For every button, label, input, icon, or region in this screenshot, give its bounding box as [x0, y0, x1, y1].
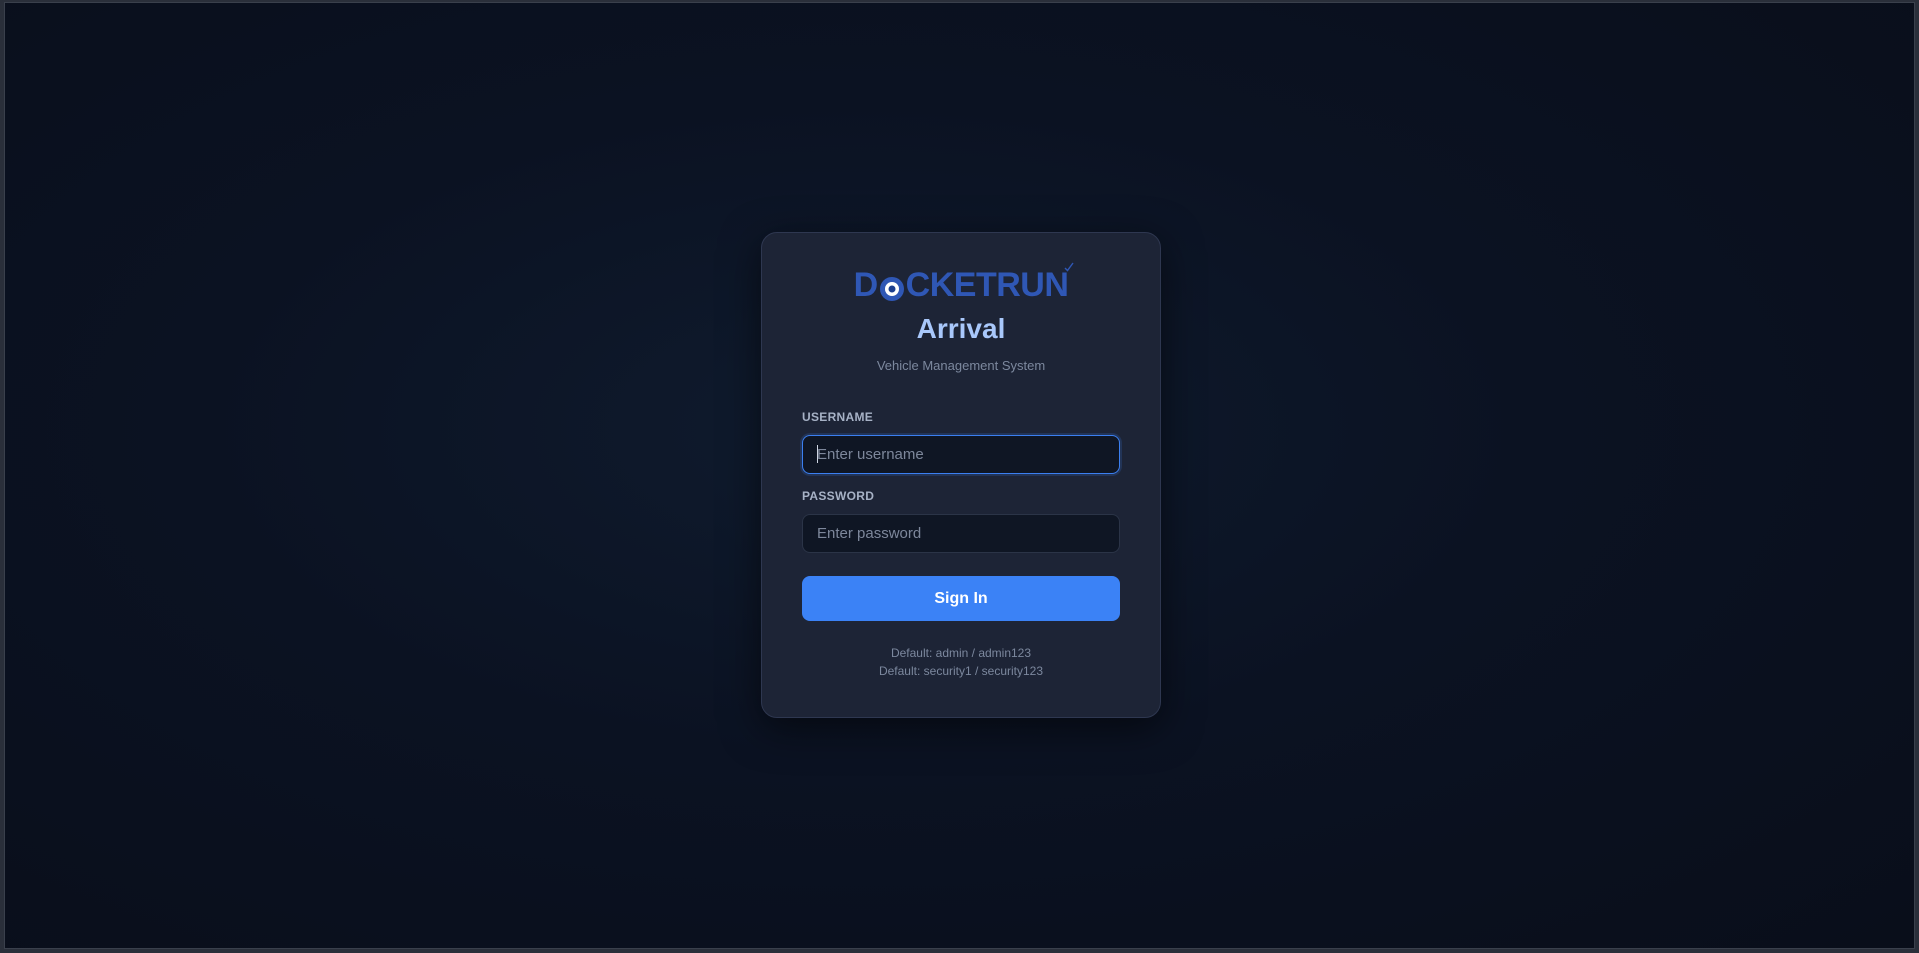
text-caret — [817, 445, 818, 463]
logo-wordmark: D CKETRUN — [853, 262, 1074, 305]
logo-prefix: D — [853, 265, 879, 304]
username-input[interactable] — [802, 435, 1120, 474]
checkmark-icon — [1064, 262, 1074, 272]
login-card: D CKETRUN Arrival Vehicle Management Sys… — [761, 232, 1161, 718]
sign-in-button[interactable]: Sign In — [802, 576, 1120, 621]
logo-suffix: CKETRUN — [905, 265, 1069, 304]
default-credentials-hint: Default: security1 / security123 — [878, 664, 1044, 678]
username-label: USERNAME — [802, 410, 874, 424]
page-title: Arrival — [916, 313, 1006, 344]
brand-logo: D CKETRUN — [762, 262, 1160, 305]
password-input[interactable] — [802, 514, 1120, 553]
default-credentials-hint: Default: admin / admin123 — [890, 646, 1032, 660]
page-subtitle: Vehicle Management System — [876, 358, 1046, 373]
login-page: D CKETRUN Arrival Vehicle Management Sys… — [4, 2, 1915, 949]
password-label: PASSWORD — [802, 489, 875, 503]
eye-icon — [879, 272, 905, 301]
